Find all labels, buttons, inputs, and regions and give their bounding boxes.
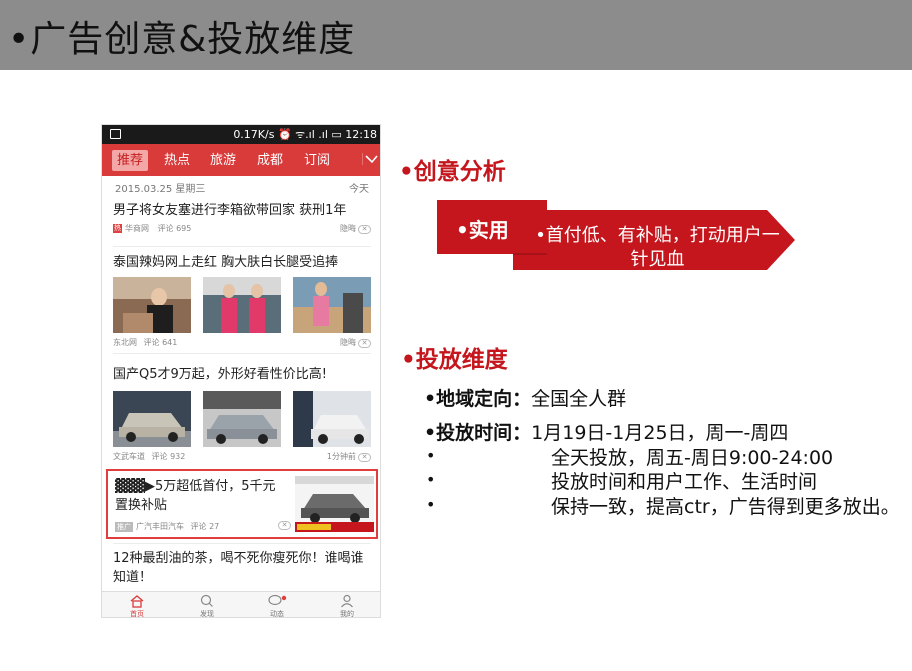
time-value: 1月19日-1月25日，周一-周四 — [531, 422, 789, 444]
news-meta: 热华商网 评论 695 隐晦 ✕ — [113, 223, 371, 235]
tab-discover[interactable]: 发现 — [187, 594, 227, 618]
slide-header: •广告创意&投放维度 — [0, 0, 912, 70]
news-comments: 评论 695 — [157, 224, 192, 233]
status-text: 0.17K/s ⏰ ᯤ.ıl .ıl ▭ 12:18 — [233, 128, 377, 141]
status-bar: 0.17K/s ⏰ ᯤ.ıl .ıl ▭ 12:18 — [102, 125, 380, 144]
news-title: 泰国辣妈网上走红 胸大肤白长腿受追捧 — [113, 255, 339, 270]
news-source: 东北网 — [113, 338, 137, 347]
news-title: 男子将女友塞进行李箱欲带回家 获刑1年 — [113, 203, 347, 218]
thumbnail-image — [293, 391, 371, 447]
news-title[interactable]: 12种最刮油的茶，喝不死你瘦死你！谁喝谁知道！ — [113, 549, 371, 587]
ad-image — [295, 476, 374, 532]
home-icon — [130, 595, 144, 608]
news-comments: 评论 932 — [151, 452, 186, 461]
bottom-tab-bar: 首页 发现 动态 我的 — [102, 591, 380, 618]
tab-subscribe[interactable]: 订阅 — [304, 150, 330, 171]
divider — [113, 246, 371, 247]
divider — [113, 543, 371, 544]
ad-meta: 推广 广汽丰田汽车 评论 27 ✕ — [115, 521, 291, 532]
ad-list-item[interactable]: ▓▓▓▶5万超低首付，5千元置换补贴 推广 广汽丰田汽车 评论 27 ✕ — [106, 469, 378, 539]
thumbnail-image — [293, 277, 371, 333]
news-title: 国产Q5才9万起，外形好看性价比高! — [113, 367, 327, 382]
ad-comments: 评论 27 — [190, 522, 220, 531]
list-item[interactable]: 泰国辣妈网上走红 胸大肤白长腿受追捧 东北网 评论 641 隐晦 ✕ — [113, 253, 371, 349]
channel-nav: 推荐 热点 旅游 成都 订阅 — [102, 144, 380, 176]
geo-targeting-line: •地域定向：全国全人群 — [424, 384, 626, 411]
time-detail-line: 投放时间和用户工作、生活时间 — [551, 471, 818, 493]
tab-label: 首页 — [130, 610, 144, 618]
news-right-text: 隐晦 — [340, 338, 356, 347]
ad-title: ▓▓▓▶5万超低首付，5千元置换补贴 — [115, 479, 276, 513]
gallery-icon — [110, 129, 121, 139]
thumbnail-row — [113, 391, 371, 447]
thumbnail-image — [203, 391, 281, 447]
user-icon — [341, 594, 353, 608]
dismiss-icon[interactable]: ✕ — [358, 339, 371, 348]
date-row: 2015.03.25 星期三 今天 — [102, 176, 380, 196]
tab-label: 动态 — [270, 610, 284, 618]
date-text: 2015.03.25 星期三 — [115, 184, 206, 195]
tab-recommend[interactable]: 推荐 — [112, 150, 149, 171]
news-meta: 东北网 评论 641 隐晦 ✕ — [113, 337, 371, 349]
geo-label: •地域定向： — [424, 388, 532, 410]
geo-value: 全国全人群 — [531, 388, 627, 410]
creative-label: •实用 — [456, 218, 509, 242]
chevron-down-icon[interactable] — [362, 152, 378, 166]
phone-screenshot: 0.17K/s ⏰ ᯤ.ıl .ıl ▭ 12:18 推荐 热点 旅游 成都 订… — [101, 124, 381, 618]
thumbnail-image — [113, 277, 191, 333]
search-icon — [200, 594, 213, 607]
news-meta: 文武车道 评论 932 1分钟前 ✕ — [113, 451, 371, 463]
today-label: 今天 — [349, 184, 369, 195]
slide-title: •广告创意&投放维度 — [8, 19, 356, 60]
ad-badge: 推广 — [115, 522, 133, 532]
creative-text: •首付低、有补贴，打动用户一针见血 — [535, 225, 780, 270]
tab-me[interactable]: 我的 — [327, 594, 367, 618]
ad-source: 广汽丰田汽车 — [136, 522, 184, 531]
news-source: 华商网 — [125, 224, 149, 233]
thumbnail-image — [203, 277, 281, 333]
thumbnail-image — [113, 391, 191, 447]
dismiss-icon[interactable]: ✕ — [358, 225, 371, 234]
thumbnail-row — [113, 277, 371, 333]
bullet: • — [426, 495, 436, 514]
time-line: •投放时间：1月19日-1月25日，周一-周四 — [424, 418, 788, 445]
time-label: •投放时间： — [424, 422, 532, 444]
creative-heading: •创意分析 — [399, 159, 506, 185]
tab-chengdu[interactable]: 成都 — [257, 150, 283, 171]
placement-heading: •投放维度 — [401, 347, 508, 373]
news-right-text: 1分钟前 — [326, 452, 356, 461]
chat-bubble-icon — [268, 594, 287, 606]
news-comments: 评论 641 — [143, 338, 178, 347]
tab-hot[interactable]: 热点 — [164, 150, 190, 171]
divider — [113, 353, 371, 354]
list-item[interactable]: 国产Q5才9万起，外形好看性价比高! 文武车道 评论 932 1分钟前 ✕ — [113, 365, 371, 463]
news-right-text: 隐晦 — [340, 224, 356, 233]
list-item[interactable]: 男子将女友塞进行李箱欲带回家 获刑1年 热华商网 评论 695 隐晦 ✕ — [113, 201, 371, 235]
time-detail-line: 保持一致，提高ctr，广告得到更多放出。 — [551, 496, 900, 518]
time-detail-line: 全天投放，周五-周日9:00-24:00 — [551, 447, 834, 469]
tab-activity[interactable]: 动态 — [257, 594, 297, 618]
tab-label: 我的 — [340, 610, 354, 618]
tab-travel[interactable]: 旅游 — [210, 150, 236, 171]
hot-badge: 热 — [113, 224, 122, 233]
bullet: • — [426, 446, 436, 465]
tab-home[interactable]: 首页 — [117, 594, 157, 618]
news-source: 文武车道 — [113, 452, 145, 461]
dismiss-icon[interactable]: ✕ — [278, 521, 291, 530]
tab-label: 发现 — [200, 610, 214, 618]
bullet: • — [426, 470, 436, 489]
dismiss-icon[interactable]: ✕ — [358, 453, 371, 462]
